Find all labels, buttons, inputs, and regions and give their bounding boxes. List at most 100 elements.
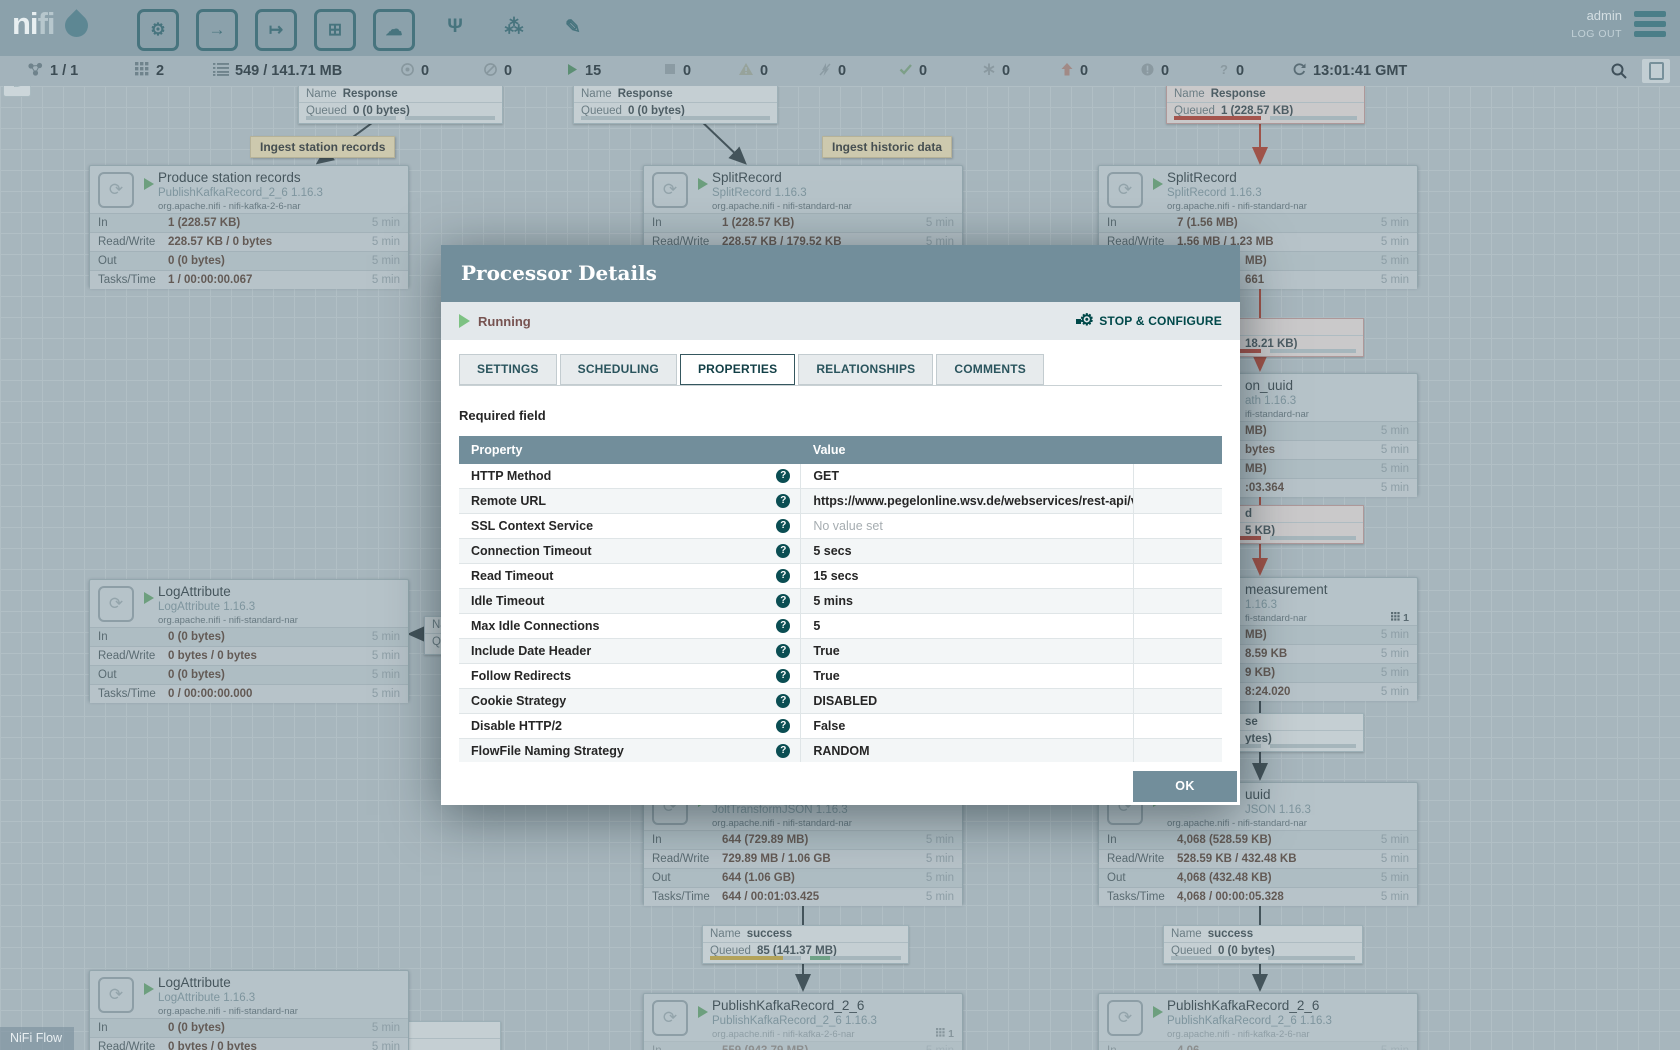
property-value-cell[interactable]: True (801, 639, 1134, 664)
property-value-cell[interactable]: https://www.pegelonline.wsv.de/webservic… (801, 489, 1134, 514)
sync-failure-icon: ? (1218, 62, 1230, 81)
processor-node[interactable]: ⟳Produce station recordsPublishKafkaReco… (89, 165, 409, 287)
property-value-cell[interactable]: False (801, 714, 1134, 739)
property-value-cell[interactable]: GET (801, 464, 1134, 489)
required-field-note: Required field (459, 408, 1222, 423)
property-row[interactable]: SSL Context Service?No value set (459, 514, 1222, 539)
processor-type-version: 1.16.3 (1245, 599, 1277, 611)
help-icon[interactable]: ? (776, 694, 790, 708)
label-icon[interactable]: ✎ (555, 9, 591, 45)
processor-bundle: org.apache.nifi - nifi-standard-nar (158, 1006, 298, 1017)
help-icon[interactable]: ? (776, 594, 790, 608)
connection-label[interactable]: NameResponseQueued1 (228.57 KB) (1166, 86, 1365, 124)
help-icon[interactable]: ? (776, 669, 790, 683)
property-row[interactable]: Follow Redirects?True (459, 664, 1222, 689)
property-extra-cell (1133, 664, 1222, 689)
processor-header: ⟳LogAttributeLogAttribute 1.16.3org.apac… (90, 580, 408, 627)
stat-label: Tasks/Time (98, 274, 156, 286)
connection-label[interactable]: NamesuccessQueued85 (141.37 MB) (702, 925, 909, 964)
property-value-cell[interactable]: True (801, 664, 1134, 689)
stat-value: 729.89 MB / 1.06 GB (722, 850, 831, 868)
property-value-cell[interactable]: DISABLED (801, 689, 1134, 714)
processor-node[interactable]: ⟳PublishKafkaRecord_2_6PublishKafkaRecor… (1098, 993, 1418, 1050)
processor-type-version: PublishKafkaRecord_2_6 1.16.3 (712, 1015, 877, 1027)
connection-label[interactable] (399, 1021, 501, 1050)
connection-label[interactable]: NameResponseQueued0 (0 bytes) (298, 86, 503, 124)
connection-label[interactable]: NamesuccessQueued0 (0 bytes) (1163, 925, 1363, 964)
help-icon[interactable]: ? (776, 494, 790, 508)
refresh-icon[interactable] (1292, 62, 1307, 81)
flow-label[interactable]: Ingest station records (250, 136, 395, 158)
queue-percent-bar (306, 116, 396, 120)
processor-node[interactable]: ⟳LogAttributeLogAttribute 1.16.3org.apac… (89, 579, 409, 701)
property-value-cell[interactable]: 5 secs (801, 539, 1134, 564)
property-row[interactable]: Disable HTTP/2?False (459, 714, 1222, 739)
property-row[interactable]: Include Date Header?True (459, 639, 1222, 664)
help-icon[interactable]: ? (776, 644, 790, 658)
tab-relationships[interactable]: RELATIONSHIPS (798, 354, 933, 385)
tab-properties[interactable]: PROPERTIES (680, 354, 795, 385)
property-row[interactable]: FlowFile Naming Strategy? RANDOM (459, 739, 1222, 763)
output-port-icon[interactable]: ↦ (255, 9, 297, 51)
property-row[interactable]: Cookie Strategy?DISABLED (459, 689, 1222, 714)
queue-bars (1171, 956, 1355, 960)
processor-type-icon: ⟳ (652, 1000, 688, 1036)
property-value-cell[interactable]: 5 mins (801, 589, 1134, 614)
connection-arrow[interactable] (698, 118, 744, 162)
property-row[interactable]: Remote URL?https://www.pegelonline.wsv.d… (459, 489, 1222, 514)
processor-node[interactable]: ⟳PublishKafkaRecord_2_6PublishKafkaRecor… (643, 993, 963, 1050)
run-status-icon (1153, 1006, 1163, 1018)
tab-comments[interactable]: COMMENTS (936, 354, 1044, 385)
property-value: 15 secs (813, 569, 858, 583)
process-group-icon[interactable]: ⊞ (314, 9, 356, 51)
help-icon[interactable]: ? (776, 469, 790, 483)
processor-stat-row: In559 (943.79 MB)5 min (644, 1041, 962, 1050)
processor-bundle: org.apache.nifi - nifi-kafka-2-6-nar (712, 1029, 855, 1040)
connection-label[interactable]: NameResponseQueued0 (0 bytes) (573, 86, 778, 124)
help-icon[interactable]: ? (776, 619, 790, 633)
stat-value: :03.364 (1245, 479, 1284, 497)
processor-icon[interactable]: ⚙ (137, 9, 179, 51)
property-row[interactable]: Read Timeout?15 secs (459, 564, 1222, 589)
processor-name: PublishKafkaRecord_2_6 (1167, 998, 1319, 1013)
help-icon[interactable]: ? (776, 719, 790, 733)
property-row[interactable]: Connection Timeout?5 secs (459, 539, 1222, 564)
logout-link[interactable]: LOG OUT (1571, 28, 1622, 40)
flow-label[interactable]: Ingest historic data (822, 136, 952, 158)
processor-stat-row: Out0 (0 bytes)5 min (90, 665, 408, 684)
help-icon[interactable]: ? (776, 544, 790, 558)
help-icon[interactable]: ? (776, 744, 790, 758)
input-port-icon[interactable]: → (196, 9, 238, 51)
property-value-cell[interactable]: No value set (801, 514, 1134, 539)
stat-window: 5 min (1381, 850, 1409, 868)
status-item-queued: 549 / 141.71 MB (213, 60, 342, 82)
processor-details-dialog: Processor Details Running ⚙ STOP & CONFI… (441, 245, 1240, 805)
property-row[interactable]: Max Idle Connections?5 (459, 614, 1222, 639)
tab-settings[interactable]: SETTINGS (459, 354, 557, 385)
birdseye-toggle-button[interactable] (1642, 59, 1670, 83)
processor-node[interactable]: ⟳LogAttributeLogAttribute 1.16.3org.apac… (89, 970, 409, 1050)
ok-button[interactable]: OK (1133, 771, 1237, 802)
tab-scheduling[interactable]: SCHEDULING (560, 354, 677, 385)
processor-header: ⟳PublishKafkaRecord_2_6PublishKafkaRecor… (1099, 994, 1417, 1041)
property-row[interactable]: Idle Timeout?5 mins (459, 589, 1222, 614)
stop-and-configure-button[interactable]: ⚙ STOP & CONFIGURE (1080, 313, 1222, 329)
template-icon[interactable]: ⁂ (496, 9, 532, 45)
property-value: No value set (813, 519, 882, 533)
property-value-cell[interactable]: RANDOM (801, 739, 1134, 763)
gear-stop-icon: ⚙ (1080, 313, 1095, 329)
property-value-cell[interactable]: 15 secs (801, 564, 1134, 589)
help-icon[interactable]: ? (776, 519, 790, 533)
connection-label-row (400, 1039, 500, 1050)
search-icon[interactable] (1610, 62, 1628, 85)
remote-process-group-icon[interactable]: ☁ (373, 9, 415, 51)
funnel-icon[interactable]: Ψ (437, 9, 473, 45)
help-icon[interactable]: ? (776, 569, 790, 583)
stat-window: 5 min (1381, 479, 1409, 497)
property-value-cell[interactable]: 5 (801, 614, 1134, 639)
property-name: FlowFile Naming Strategy (471, 744, 624, 758)
property-row[interactable]: HTTP Method?GET (459, 464, 1222, 489)
run-status-icon (144, 592, 154, 604)
breadcrumb[interactable]: NiFi Flow (0, 1027, 74, 1050)
global-menu-icon[interactable] (1634, 11, 1666, 41)
